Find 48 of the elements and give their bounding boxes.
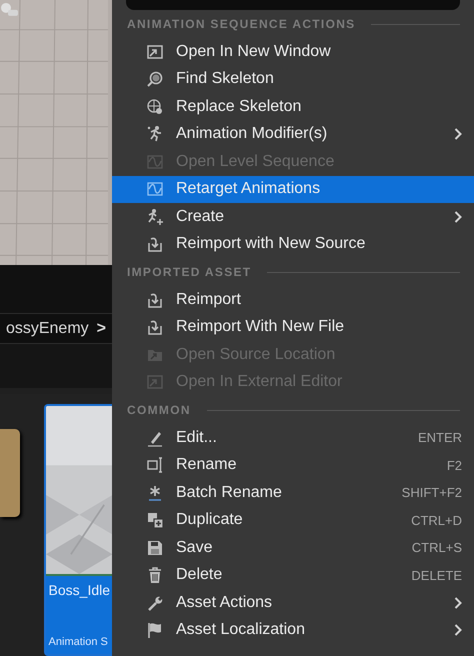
running-figure-icon [146,125,164,144]
menu-item[interactable]: Asset Actions [112,589,474,616]
menu-item[interactable]: Reimport [112,286,474,314]
menu-item[interactable]: Animation Modifier(s) [112,120,474,148]
globe-gear-icon [146,98,164,116]
menu-item[interactable]: Create [112,203,474,230]
folder-thumbnail[interactable] [0,428,20,517]
search-icon [146,70,164,88]
menu-item[interactable]: Edit... ENTER [112,424,474,452]
breadcrumb-item[interactable]: ossyEnemy [6,320,89,338]
shortcut-label: SHIFT+F2 [402,485,462,500]
wave-graph-icon [146,180,164,198]
breadcrumb-chevron[interactable]: > [96,320,106,338]
asset-type: Animation S [48,636,109,648]
running-plus-icon [146,208,164,226]
save-icon [146,538,164,557]
section-header: COMMON [127,403,191,417]
menu-item[interactable]: Reimport with New Source [112,230,474,258]
asset-tile[interactable]: Boss_Idle Animation S [44,404,112,656]
rename-icon [146,456,164,474]
shortcut-label: F2 [446,458,462,473]
import-arrow-icon [146,235,164,254]
menu-item[interactable]: Save CTRL+S [112,534,474,562]
menu-item[interactable]: Replace Skeleton [112,93,474,120]
menu-item[interactable]: Rename F2 [112,452,474,479]
duplicate-icon [146,511,164,530]
shortcut-label: ENTER [418,430,462,446]
menu-item[interactable]: Retarget Animations [112,176,474,203]
section-header: ANIMATION SEQUENCE ACTIONS [127,17,356,31]
section-header: IMPORTED ASSET [127,265,252,279]
menu-item[interactable]: Duplicate CTRL+D [112,506,474,534]
menu-item[interactable]: Batch Rename SHIFT+F2 [112,479,474,506]
wave-graph-icon [146,152,164,171]
flag-icon [146,621,164,640]
menu-item[interactable]: Find Skeleton [112,66,474,93]
asterisk-icon [146,484,164,502]
menu-item[interactable]: Asset Localization [112,616,474,644]
menu-item[interactable]: Reimport With New File [112,314,474,341]
search-field[interactable] [126,0,460,10]
import-arrow-icon [146,290,164,309]
shortcut-label: CTRL+D [411,512,462,528]
asset-name: Boss_Idle [48,582,110,598]
delete-icon [146,566,164,584]
menu-item[interactable]: Open In New Window [112,38,474,66]
menu-item[interactable]: Delete DELETE [112,562,474,589]
shortcut-label: DELETE [411,568,462,583]
shortcut-label: CTRL+S [412,540,462,556]
import-arrow-icon [146,318,164,336]
